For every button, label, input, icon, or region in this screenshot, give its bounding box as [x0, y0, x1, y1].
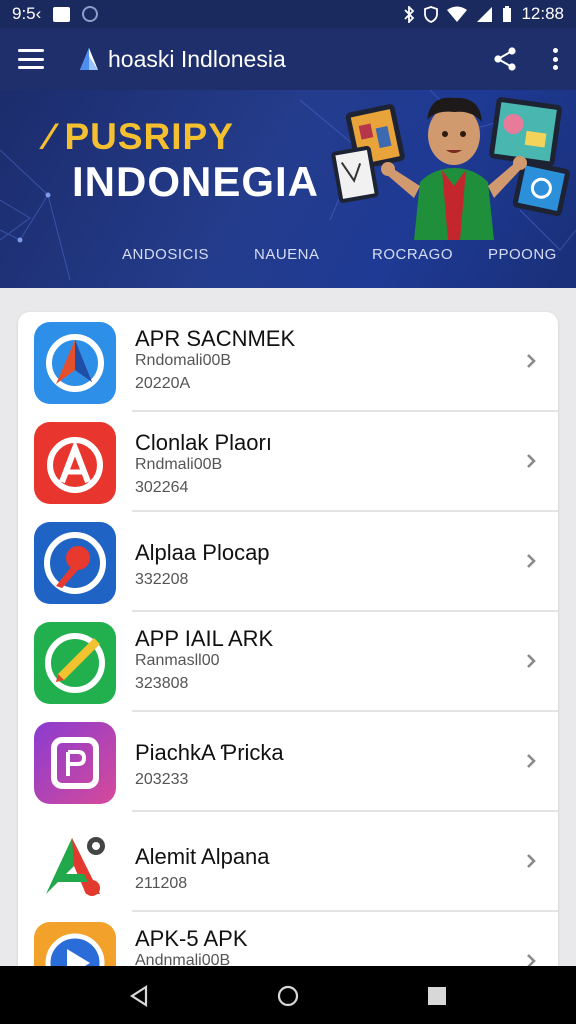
- app-list-item[interactable]: APP IAIL ARK Ranmasll00 323808: [18, 612, 558, 712]
- app-meta: 323808: [135, 675, 189, 692]
- app-developer: Rndomali00B: [135, 352, 232, 369]
- banner-tabs: ANDOSICIS NAUENA ROCRAGO PPOONG: [0, 238, 576, 272]
- app-developer: Ranmasll00: [135, 652, 220, 669]
- app-title: Clonlak Plaorı: [135, 430, 272, 455]
- back-icon[interactable]: [128, 985, 150, 1007]
- app-logo: [80, 48, 98, 70]
- app-title: Alemit Alpana: [135, 844, 270, 869]
- app-title: APP IAIL ARK: [135, 626, 274, 651]
- a-circle-icon: [34, 422, 116, 504]
- chevron-right-icon: [527, 554, 536, 568]
- hamburger-menu-icon[interactable]: [18, 49, 44, 69]
- app-title: APK-5 APK: [135, 926, 248, 951]
- app-title: PiachkA Ƥricka: [135, 740, 284, 765]
- app-meta: 332208: [135, 571, 189, 588]
- triangle-a-icon: [34, 822, 116, 904]
- app-meta: 203233: [135, 771, 189, 788]
- banner-tab-1[interactable]: ANDOSICIS: [122, 246, 209, 263]
- app-list-item[interactable]: Alemit Alpana 211208: [18, 812, 558, 912]
- pin-icon: [34, 522, 116, 604]
- status-bar: 9:5‹ 12:88: [0, 0, 576, 28]
- app-list-item[interactable]: APR SACNMEK Rndomali00B 20220A: [18, 312, 558, 412]
- banner-tab-4[interactable]: PPOONG: [488, 246, 557, 263]
- compass-a-icon: [34, 322, 116, 404]
- sync-icon: [82, 6, 99, 22]
- chevron-right-icon: [527, 854, 536, 868]
- battery-icon: [503, 6, 512, 22]
- shield-icon: [424, 5, 439, 23]
- recents-icon[interactable]: [426, 985, 448, 1007]
- banner-headline-1: ⁄ PUSRIPY: [46, 116, 234, 157]
- app-list-item[interactable]: Alplaa Plocap 332208: [18, 512, 558, 612]
- banner-tab-2[interactable]: NAUENA: [254, 246, 320, 263]
- home-icon[interactable]: [277, 985, 299, 1007]
- app-list-item[interactable]: PiachkA Ƥricka 203233: [18, 712, 558, 812]
- app-meta: 211208: [135, 875, 188, 892]
- app-meta: 302264: [135, 479, 189, 496]
- chevron-right-icon: [527, 654, 536, 668]
- pencil-icon: [34, 622, 116, 704]
- app-list: APR SACNMEK Rndomali00B 20220A Clonlak P…: [18, 312, 558, 992]
- notification-icon: [53, 6, 71, 22]
- chevron-right-icon: [527, 454, 536, 468]
- bluetooth-icon: [404, 5, 415, 23]
- system-nav-bar: [0, 966, 576, 1024]
- status-clock: 12:88: [521, 4, 564, 23]
- app-title: Alplaa Plocap: [135, 540, 270, 565]
- share-icon[interactable]: [492, 46, 518, 72]
- app-meta: 20220A: [135, 375, 191, 392]
- app-list-item[interactable]: Clonlak Plaorı Rndmali00B 302264: [18, 412, 558, 512]
- banner-headline-2: INDONEGIA: [72, 158, 320, 205]
- signal-icon: [477, 6, 493, 22]
- letter-p-icon: [34, 722, 116, 804]
- more-vert-icon[interactable]: [552, 48, 558, 70]
- hero-banner[interactable]: ⁄ PUSRIPY INDONEGIA ANDOSICIS NAUENA ROC…: [0, 90, 576, 288]
- app-title: hoaski Indlonesia: [108, 45, 286, 72]
- chevron-right-icon: [527, 754, 536, 768]
- app-bar: hoaski Indlonesia: [0, 28, 576, 90]
- wifi-icon: [447, 6, 468, 22]
- app-title: APR SACNMEK: [135, 326, 296, 351]
- banner-illustration: [331, 97, 570, 240]
- app-developer: Rndmali00B: [135, 456, 223, 473]
- chevron-right-icon: [527, 354, 536, 368]
- status-time: 9:5‹: [12, 4, 42, 23]
- banner-tab-3[interactable]: ROCRAGO: [372, 246, 453, 263]
